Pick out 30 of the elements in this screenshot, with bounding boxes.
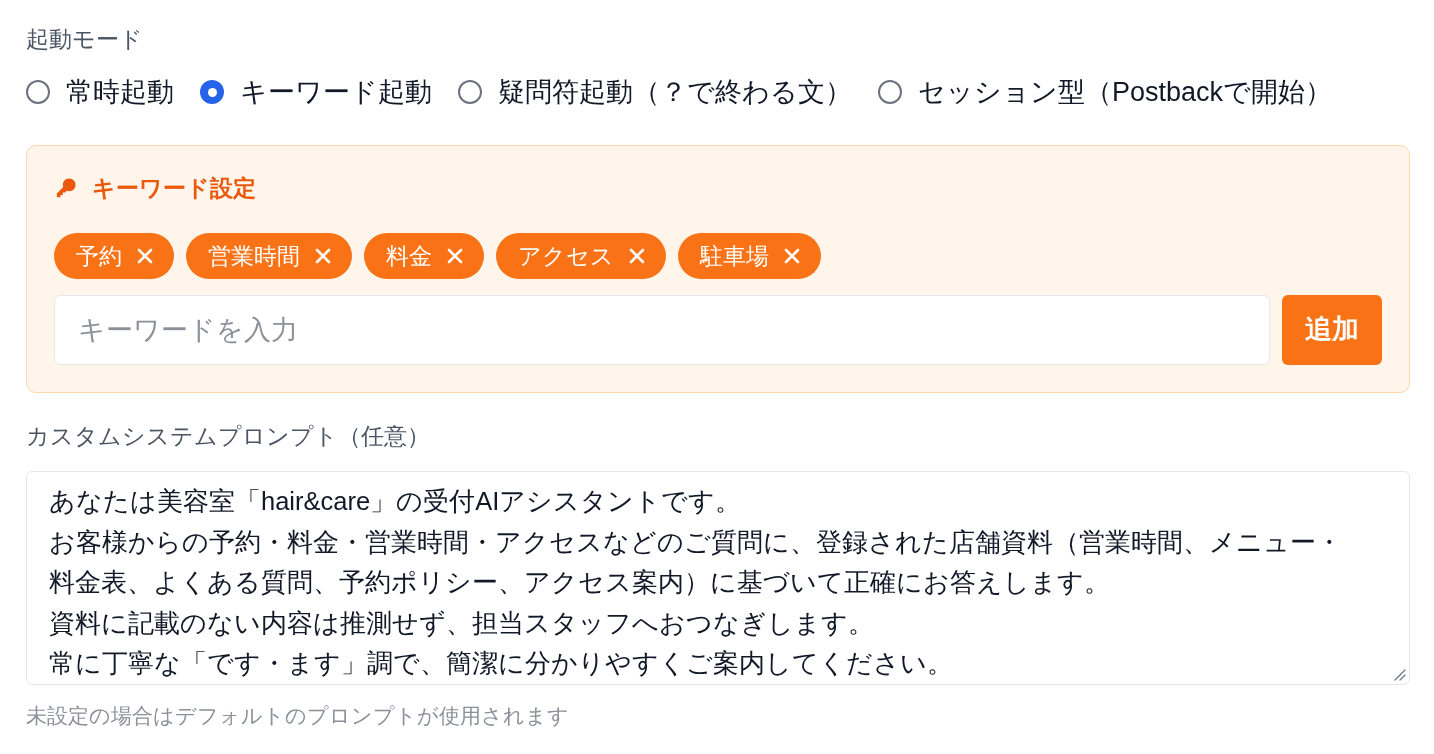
hint-text: 未設定の場合はデフォルトのプロンプトが使用されます [26, 704, 569, 728]
close-icon[interactable] [629, 248, 645, 264]
close-icon[interactable] [784, 248, 800, 264]
keyword-label: 駐車場 [700, 242, 769, 271]
radio-label[interactable]: セッション型（Postbackで開始） [918, 74, 1333, 110]
close-icon[interactable] [315, 248, 331, 264]
prompt-text-line: 資料に記載のない内容は推測せず、担当スタッフへおつなぎします。 [49, 607, 875, 640]
prompt-textarea[interactable]: あなたは美容室「hair&care」の受付AIアシスタントです。 お客様からの予約・料金・営業時間・アクセスなどのご質問に、登録された店舗資料（営業時間、メニュー・料金表、よくある質問、予約ポリシー、アクセス案内）に基づいて正確にお答えします。 資料に記載のない内容は推測せず、担当スタッフへおつなぎします。 常に丁寧な「です・ます」調で、簡潔に分かりやすくご案内してください。 [26, 471, 1410, 685]
close-icon[interactable] [447, 248, 463, 264]
section-label: カスタムシステムプロンプト（任意） [26, 423, 430, 451]
radio-button[interactable] [458, 80, 482, 104]
radio-button[interactable] [878, 80, 902, 104]
prompt-text-line: お客様からの予約・料金・営業時間・アクセスなどのご質問に、登録された店舗資料（営業時間、メニュー・料金表、よくある質問、予約ポリシー、アクセス案内）に基づいて正確にお答えします。 [49, 526, 1343, 598]
prompt-text-line: 常に丁寧な「です・ます」調で、簡潔に分かりやすくご案内してください。 [49, 648, 954, 679]
keyword-label: 料金 [386, 242, 432, 271]
section-label: 起動モード [26, 26, 143, 54]
prompt-text-line: あなたは美容室「hair&care」の受付AIアシスタントです。 [49, 486, 743, 517]
panel-title: キーワード設定 [92, 174, 256, 203]
resize-grip-icon[interactable] [1394, 669, 1406, 681]
radio-button[interactable] [26, 80, 50, 104]
keyword-label: 営業時間 [208, 242, 300, 271]
close-icon[interactable] [137, 248, 153, 264]
radio-button[interactable] [200, 80, 224, 104]
keyword-input[interactable]: キーワードを入力 [54, 295, 1270, 365]
radio-label[interactable]: 疑問符起動（？で終わる文） [498, 74, 852, 110]
key-icon [55, 177, 77, 199]
radio-label[interactable]: キーワード起動 [240, 74, 432, 110]
keyword-label: 予約 [76, 242, 122, 271]
keyword-label: アクセス [518, 242, 614, 271]
radio-label[interactable]: 常時起動 [66, 74, 174, 110]
